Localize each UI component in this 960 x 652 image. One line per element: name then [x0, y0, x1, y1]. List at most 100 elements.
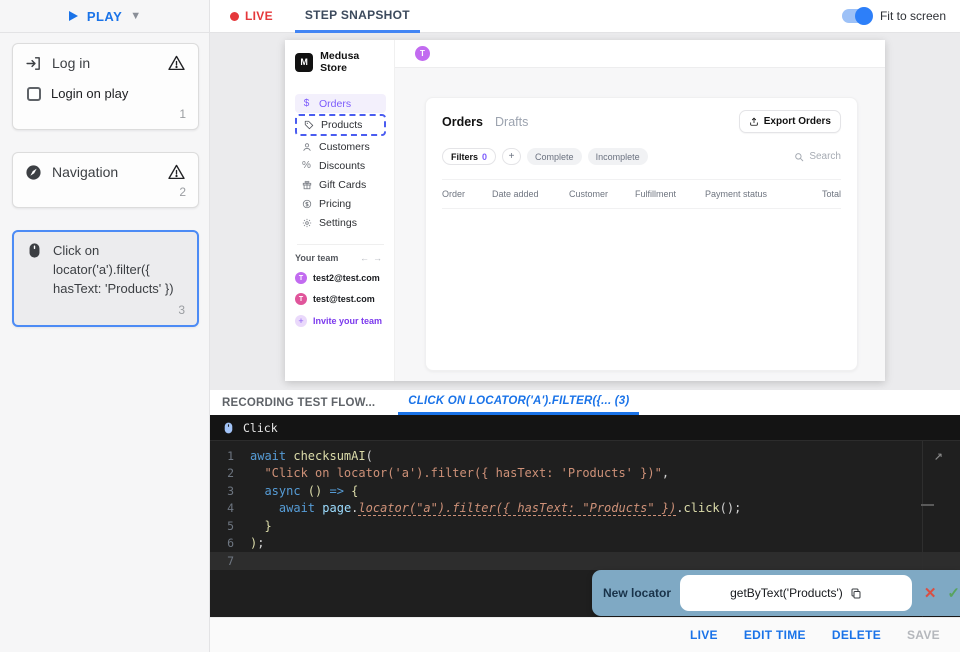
- export-orders-button[interactable]: Export Orders: [738, 110, 841, 133]
- edit-time-button[interactable]: EDIT TIME: [744, 628, 806, 642]
- search-button[interactable]: Search: [794, 151, 841, 162]
- invite-your-team-button[interactable]: + Invite your team: [295, 315, 386, 327]
- gear-icon: [301, 217, 312, 228]
- snapshot-screenshot: M Medusa Store $ Orders Products Custome…: [285, 40, 885, 381]
- menu-item-gift-cards[interactable]: Gift Cards: [295, 175, 386, 194]
- menu-item-customers[interactable]: Customers: [295, 137, 386, 156]
- add-filter-chip[interactable]: +: [502, 148, 522, 165]
- reject-locator-button[interactable]: ✕: [924, 584, 937, 602]
- mouse-icon: [224, 422, 233, 433]
- app-window: PLAY ▼ Log in Login on play 1 Navigation…: [0, 0, 960, 652]
- store-name: Medusa Store: [320, 50, 360, 74]
- fit-to-screen-group: Fit to screen: [841, 7, 946, 25]
- user-avatar[interactable]: T: [415, 46, 430, 61]
- tab-click-step-active[interactable]: CLICK ON LOCATOR('A').FILTER({... (3): [398, 390, 640, 415]
- medusa-main: T Orders Drafts Export Orders Filters 0 …: [395, 40, 885, 381]
- code-line[interactable]: 6);: [210, 535, 960, 553]
- drafts-tab[interactable]: Drafts: [495, 115, 528, 129]
- menu-item-products-target[interactable]: Products: [295, 114, 386, 136]
- live-dot-icon: [230, 11, 239, 21]
- code-token: (): [300, 483, 330, 498]
- toggle-knob: [854, 7, 873, 25]
- avatar: T: [295, 272, 307, 284]
- code-line[interactable]: 3 async () => {: [210, 482, 960, 500]
- code-token: }: [250, 518, 272, 533]
- warning-icon: [168, 55, 185, 71]
- live-button[interactable]: LIVE: [690, 628, 718, 642]
- menu-label: Discounts: [319, 159, 366, 172]
- menu-item-discounts[interactable]: % Discounts: [295, 156, 386, 175]
- accept-locator-button[interactable]: ✓: [947, 584, 960, 602]
- team-pagination-arrows[interactable]: ←→: [360, 253, 386, 263]
- code-line[interactable]: 5 }: [210, 517, 960, 535]
- fit-to-screen-label: Fit to screen: [879, 9, 946, 23]
- line-number: 7: [227, 553, 234, 568]
- test-steps-panel: PLAY ▼ Log in Login on play 1 Navigation…: [0, 0, 210, 652]
- sidebar-divider: [297, 244, 384, 245]
- code-token: ;: [257, 536, 265, 551]
- menu-item-pricing[interactable]: Pricing: [295, 194, 386, 213]
- complete-chip[interactable]: Complete: [527, 148, 582, 165]
- code-line[interactable]: 2 "Click on locator('a').filter({ hasTex…: [210, 465, 960, 483]
- fit-to-screen-toggle[interactable]: [841, 7, 873, 25]
- incomplete-chip[interactable]: Incomplete: [587, 148, 648, 165]
- save-button[interactable]: SAVE: [907, 628, 940, 642]
- plus-icon: +: [295, 315, 307, 327]
- line-number: 5: [227, 518, 234, 533]
- menu-label: Pricing: [319, 197, 352, 210]
- search-label: Search: [809, 151, 841, 162]
- code-token: locator("a").filter({ hasText: "Products…: [358, 501, 677, 516]
- menu-label: Orders: [319, 97, 352, 110]
- code-token: "Click on locator('a').filter({ hasText:…: [264, 466, 662, 481]
- scrollbar-thumb[interactable]: [921, 504, 934, 506]
- member-email: test@test.com: [313, 294, 375, 304]
- step-action-label: Click: [243, 420, 278, 435]
- filters-chip[interactable]: Filters 0: [442, 148, 497, 165]
- code-line[interactable]: 4 await page. locator("a").filter({ hasTe…: [210, 500, 960, 518]
- delete-button[interactable]: DELETE: [832, 628, 881, 642]
- tab-recording-test-flow[interactable]: RECORDING TEST FLOW...: [222, 390, 375, 415]
- dollar-icon: $: [303, 98, 310, 109]
- new-locator-label: New locator: [603, 586, 672, 600]
- step-card-login[interactable]: Log in Login on play 1: [12, 43, 199, 130]
- step-card-click-selected[interactable]: Click on locator('a').filter({ hasText: …: [12, 230, 199, 327]
- live-tab[interactable]: LIVE: [230, 9, 273, 23]
- orders-tab[interactable]: Orders: [442, 115, 483, 129]
- login-on-play-checkbox[interactable]: [27, 86, 41, 101]
- step-actions-bar: LIVE EDIT TIME DELETE SAVE: [210, 617, 960, 652]
- medusa-topbar: T: [395, 40, 885, 68]
- locator-input[interactable]: getByText('Products'): [680, 575, 912, 611]
- line-number: 6: [227, 536, 234, 551]
- team-member[interactable]: T test2@test.com: [295, 272, 386, 284]
- code-area[interactable]: 1 await checksumAI(2 "Click on locator('a…: [210, 441, 960, 570]
- menu-item-settings[interactable]: Settings: [295, 213, 386, 232]
- line-number: 1: [227, 448, 234, 463]
- orders-table-header: Order Date added Customer Fulfillment Pa…: [442, 179, 841, 209]
- medusa-logo-row[interactable]: M Medusa Store: [295, 50, 386, 74]
- step-card-navigation[interactable]: Navigation 2: [12, 152, 199, 208]
- copy-icon[interactable]: [850, 587, 862, 600]
- code-token: await: [278, 501, 323, 516]
- expand-editor-icon[interactable]: ↗: [934, 446, 943, 464]
- chevron-down-icon[interactable]: ▼: [130, 10, 141, 22]
- tab-step-snapshot[interactable]: STEP SNAPSHOT: [294, 0, 420, 33]
- col-payment-status: Payment status: [705, 189, 768, 199]
- code-line[interactable]: 7: [210, 552, 960, 570]
- col-order: Order: [442, 189, 466, 199]
- code-editor-header: Click: [210, 415, 960, 441]
- editor-tab-bar: RECORDING TEST FLOW... CLICK ON LOCATOR(…: [210, 390, 960, 415]
- line-number: 3: [227, 483, 234, 498]
- upload-icon: [750, 117, 758, 126]
- member-email: test2@test.com: [313, 273, 380, 283]
- code-line[interactable]: 1 await checksumAI(: [210, 447, 960, 465]
- menu-item-orders[interactable]: $ Orders: [295, 94, 386, 113]
- play-button[interactable]: PLAY ▼: [0, 0, 209, 33]
- team-member[interactable]: T test@test.com: [295, 293, 386, 305]
- coin-icon: [301, 198, 312, 209]
- step-snapshot-viewport: M Medusa Store $ Orders Products Custome…: [210, 33, 960, 390]
- step-number: 3: [178, 302, 185, 317]
- filters-count: 0: [482, 151, 488, 162]
